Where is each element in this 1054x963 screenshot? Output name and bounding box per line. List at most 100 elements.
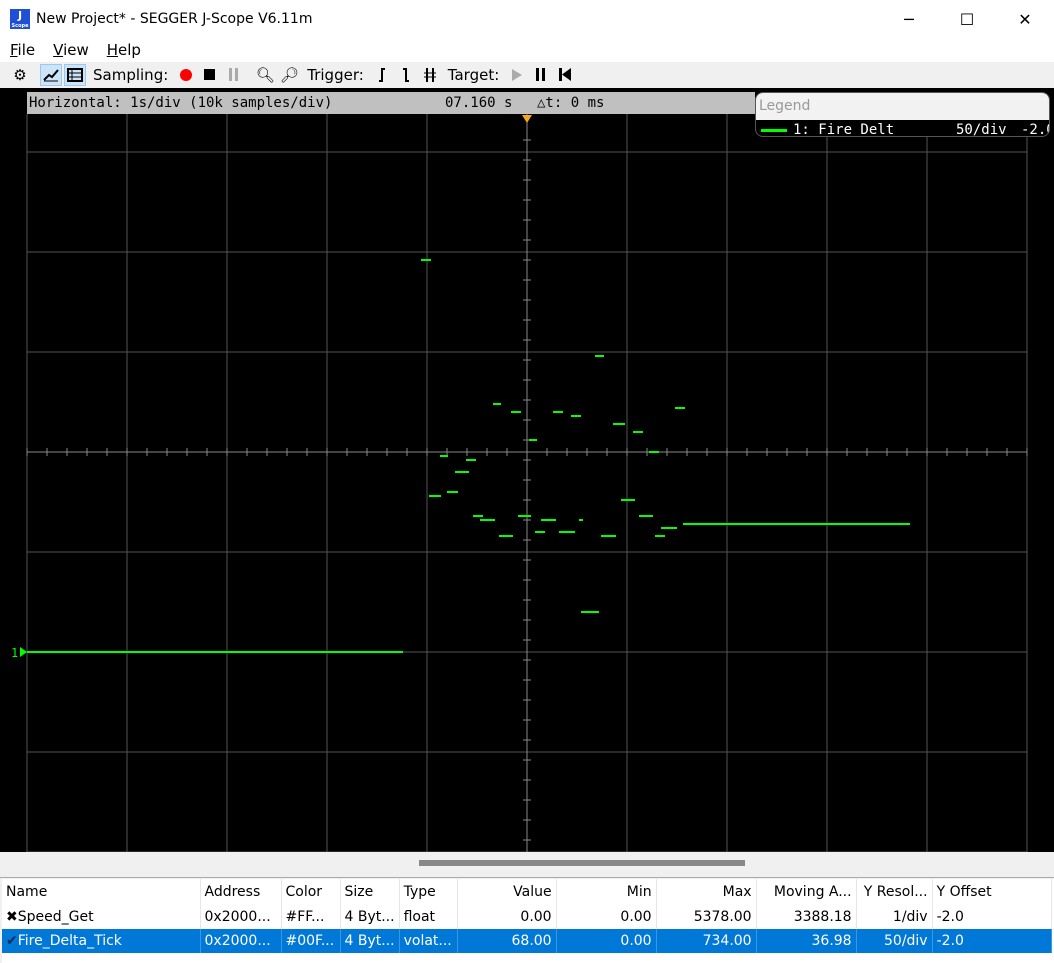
cell-moving-a[interactable]: 36.98 — [756, 929, 857, 953]
cell-size[interactable]: 4 Byt... — [340, 929, 400, 953]
cell-text: 36.98 — [811, 933, 852, 949]
menu-file[interactable]: File — [10, 41, 35, 59]
cell-text: -2.0 — [936, 909, 964, 925]
trigger-falling-icon[interactable] — [395, 64, 417, 86]
cell-value[interactable]: 68.00 — [457, 929, 557, 953]
cell-text: 5378.00 — [693, 909, 752, 925]
horizontal-scale: Horizontal: 1s/div (10k samples/div) — [29, 95, 333, 111]
cell-name[interactable]: ✔Fire_Delta_Tick — [2, 929, 201, 953]
menu-view[interactable]: View — [53, 41, 89, 59]
cell-address[interactable]: 0x2000... — [200, 905, 282, 929]
cell-text: 3388.18 — [793, 909, 852, 925]
trigger-label: Trigger: — [307, 66, 364, 84]
legend-title: Legend — [756, 93, 1049, 120]
menu-bar: File View Help — [0, 38, 1054, 62]
column-header[interactable]: Color — [281, 879, 341, 905]
cell-y-offset[interactable]: -2.0 — [932, 905, 1053, 929]
cell-min[interactable]: 0.00 — [556, 905, 657, 929]
cell-text: 0x2000... — [204, 933, 271, 949]
target-reset-icon[interactable] — [554, 64, 576, 86]
trigger-time: 07.160 s — [445, 95, 513, 111]
cell-text: 734.00 — [702, 933, 752, 949]
column-header[interactable]: Value — [457, 879, 557, 905]
horizontal-info-bar: Horizontal: 1s/div (10k samples/div) 07.… — [27, 92, 755, 114]
sampling-label: Sampling: — [93, 66, 169, 84]
delta-time: △t: 0 ms — [537, 95, 605, 111]
cell-text: 4 Byt... — [344, 933, 395, 949]
table-view-icon[interactable] — [64, 64, 86, 86]
table-row[interactable]: ✖Speed_Get 0x2000... #FF... 4 Byt... float 0.… — [2, 905, 1053, 929]
cell-text: 1/div — [892, 909, 928, 925]
column-header[interactable]: Size — [340, 879, 400, 905]
cell-text: #FF... — [285, 909, 325, 925]
cell-text: 0.00 — [620, 909, 652, 925]
cell-address[interactable]: 0x2000... — [200, 929, 282, 953]
cell-max[interactable]: 734.00 — [656, 929, 757, 953]
column-header[interactable]: Min — [556, 879, 657, 905]
maximize-button[interactable]: ☐ — [938, 0, 996, 38]
cell-text: Speed_Get — [17, 909, 94, 925]
toolbar: ⚙ Sampling: 🔍︎ 🔎︎ Trigger: Target: — [0, 62, 1054, 88]
column-header[interactable]: Y Offset — [932, 879, 1053, 905]
zoom-out-icon[interactable]: 🔎︎ — [278, 64, 300, 86]
cell-text: Fire_Delta_Tick — [17, 933, 122, 949]
cell-y-resol[interactable]: 50/div — [856, 929, 933, 953]
cell-text: 0x2000... — [204, 909, 271, 925]
channel-marker-label: 1 — [11, 646, 18, 660]
menu-help[interactable]: Help — [107, 41, 141, 59]
cell-text: 50/div — [884, 933, 928, 949]
legend-swatch — [761, 128, 787, 132]
cell-type[interactable]: volat... — [399, 929, 458, 953]
cell-y-offset[interactable]: -2.0 — [932, 929, 1053, 953]
window-title: New Project* - SEGGER J-Scope V6.11m — [36, 11, 313, 27]
column-header[interactable]: Y Resol... — [856, 879, 933, 905]
cell-max[interactable]: 5378.00 — [656, 905, 757, 929]
scope-view-icon[interactable] — [40, 64, 62, 86]
cell-text: 4 Byt... — [344, 909, 395, 925]
target-halt-icon[interactable] — [530, 64, 552, 86]
settings-gear-icon[interactable]: ⚙ — [9, 64, 31, 86]
trigger-rising-icon[interactable] — [371, 64, 393, 86]
channel-table: Name Address Color Size Type Value Min Max Movin… — [2, 879, 1053, 953]
column-header[interactable]: Max — [656, 879, 757, 905]
zoom-in-icon[interactable]: 🔍︎ — [254, 64, 276, 86]
column-header[interactable]: Address — [200, 879, 282, 905]
splitter[interactable] — [0, 852, 1054, 878]
cell-name[interactable]: ✖Speed_Get — [2, 905, 201, 929]
target-run-icon[interactable] — [506, 64, 528, 86]
cell-text: 0.00 — [620, 933, 652, 949]
channel-marker-icon — [20, 647, 27, 657]
cell-text: volat... — [403, 933, 452, 949]
stop-icon[interactable] — [199, 64, 221, 86]
legend-entry: 1: Fire_Delt 50/div -2.0 — [756, 120, 1049, 136]
column-header[interactable]: Moving A... — [756, 879, 857, 905]
x-icon[interactable]: ✖ — [6, 909, 18, 925]
cell-type[interactable]: float — [399, 905, 458, 929]
splitter-handle[interactable] — [419, 860, 745, 866]
record-icon[interactable] — [175, 64, 197, 86]
table-row[interactable]: ✔Fire_Delta_Tick 0x2000... #00F... 4 Byt...… — [2, 929, 1053, 953]
cell-color[interactable]: #FF... — [281, 905, 341, 929]
cell-size[interactable]: 4 Byt... — [340, 905, 400, 929]
cell-min[interactable]: 0.00 — [556, 929, 657, 953]
app-logo-icon: J Scope — [10, 9, 30, 29]
cell-color[interactable]: #00F... — [281, 929, 341, 953]
table-header: Name Address Color Size Type Value Min Max Movin… — [2, 879, 1053, 905]
trigger-both-icon[interactable] — [419, 64, 441, 86]
close-button[interactable]: ✕ — [996, 0, 1054, 38]
scope-panel[interactable]: 1 Horizontal: 1s/div (10k samples/div) 0… — [0, 88, 1054, 852]
cell-y-resol[interactable]: 1/div — [856, 905, 933, 929]
legend-panel[interactable]: Legend 1: Fire_Delt 50/div -2.0 — [755, 92, 1050, 137]
column-header[interactable]: Type — [399, 879, 458, 905]
check-icon[interactable]: ✔ — [6, 933, 18, 949]
minimize-button[interactable]: ─ — [880, 0, 938, 38]
trigger-marker-icon — [522, 115, 532, 123]
cell-moving-a[interactable]: 3388.18 — [756, 905, 857, 929]
cell-text: float — [403, 909, 436, 925]
column-header[interactable]: Name — [2, 879, 201, 905]
target-label: Target: — [447, 66, 500, 84]
cell-value[interactable]: 0.00 — [457, 905, 557, 929]
pause-sampling-icon[interactable] — [223, 64, 245, 86]
scope-plot[interactable]: 1 — [0, 88, 1054, 852]
cell-text: 68.00 — [511, 933, 552, 949]
